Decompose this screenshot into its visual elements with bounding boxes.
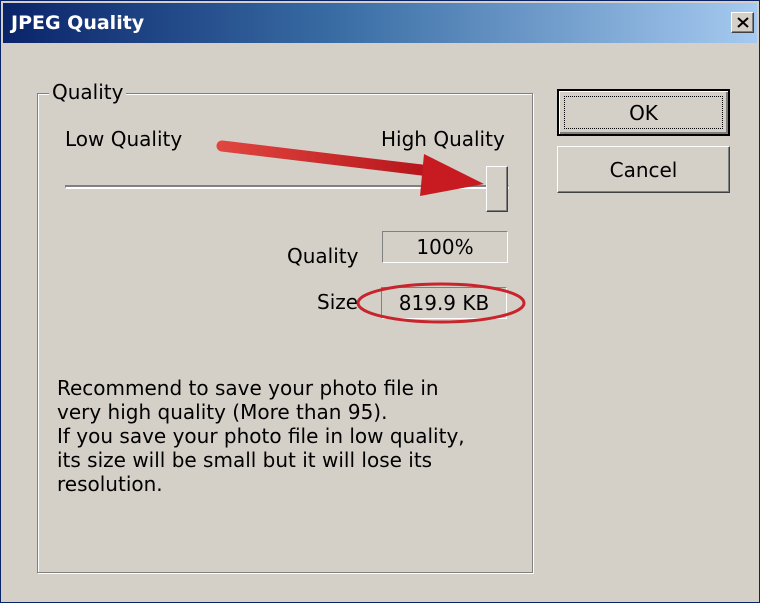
quality-value-field: 100% bbox=[382, 231, 508, 263]
low-quality-label: Low Quality bbox=[65, 127, 183, 151]
size-value-field: 819.9 KB bbox=[381, 287, 507, 319]
quality-group-label: Quality bbox=[49, 80, 127, 104]
focus-rectangle bbox=[564, 96, 723, 129]
window-title: JPEG Quality bbox=[11, 12, 145, 34]
quality-slider-track[interactable] bbox=[65, 185, 509, 189]
size-label: Size bbox=[317, 290, 359, 314]
close-button[interactable] bbox=[731, 12, 754, 33]
recommendation-line: very high quality (More than 95). bbox=[57, 400, 388, 424]
recommendation-line: its size will be small but it will lose … bbox=[57, 448, 433, 472]
ok-button[interactable]: OK bbox=[557, 89, 730, 136]
quality-slider-thumb[interactable] bbox=[486, 166, 508, 212]
cancel-button[interactable]: Cancel bbox=[557, 146, 730, 193]
quality-label: Quality bbox=[287, 244, 359, 268]
title-bar[interactable]: JPEG Quality bbox=[3, 3, 757, 43]
quality-groupbox bbox=[37, 93, 533, 573]
recommendation-line: Recommend to save your photo file in bbox=[57, 376, 439, 400]
jpeg-quality-dialog: JPEG Quality Quality Low Quality High Qu… bbox=[0, 0, 760, 603]
recommendation-line: If you save your photo file in low quali… bbox=[57, 424, 465, 448]
high-quality-label: High Quality bbox=[381, 127, 505, 151]
recommendation-text: Recommend to save your photo file in ver… bbox=[57, 376, 527, 496]
recommendation-line: resolution. bbox=[57, 472, 163, 496]
close-icon bbox=[737, 17, 749, 28]
